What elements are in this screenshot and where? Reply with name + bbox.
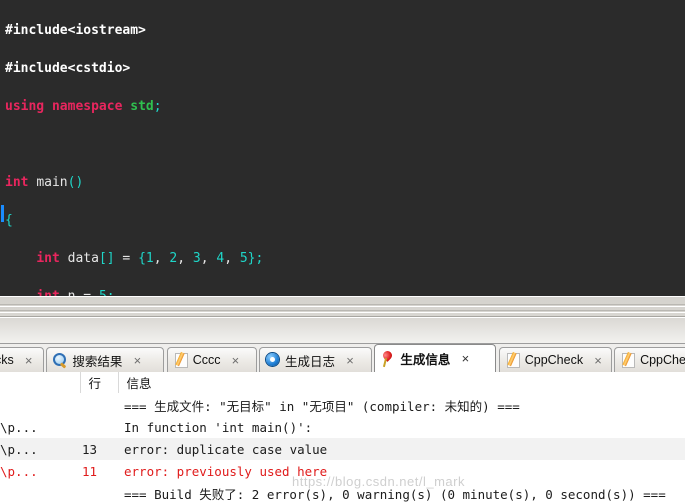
column-header-line[interactable]: 行 — [80, 372, 119, 394]
cell-message: === Build 失败了: 2 error(s), 0 warning(s) … — [124, 486, 666, 502]
pane-splitter[interactable] — [0, 296, 685, 344]
editor-code-text: #include<iostream> #include<cstdio> usin… — [5, 2, 263, 296]
table-row[interactable]: === Build 失败了: 2 error(s), 0 warning(s) … — [0, 482, 685, 503]
tab-label: 生成信息 — [400, 353, 451, 367]
cell-line — [80, 416, 118, 438]
column-header-file[interactable] — [0, 372, 81, 394]
tab-close-icon[interactable]: × — [22, 354, 36, 367]
tab-cppcheck[interactable]: CppCheck × — [498, 347, 612, 372]
tab-cppcheck-messages[interactable]: CppCheck messa — [614, 347, 685, 372]
tab-build-log[interactable]: 生成日志 × — [259, 347, 373, 372]
tab-build-messages[interactable]: 生成信息 × — [374, 344, 497, 372]
output-tab-bar[interactable]: ocks × 搜索结果 × Cccc × 生成日志 × — [0, 344, 685, 372]
tab-label: 生成日志 — [285, 354, 336, 369]
tab-codeblocks[interactable]: ocks × — [0, 347, 44, 372]
table-header-row: 行 信息 — [0, 372, 685, 394]
cell-message: === 生成文件: "无目标" in "无项目" (compiler: 未知的)… — [124, 398, 520, 414]
column-header-message[interactable]: 信息 — [118, 372, 685, 394]
build-messages-table: 行 信息 === 生成文件: "无目标" in "无项目" (compiler:… — [0, 372, 685, 503]
cell-line — [80, 394, 118, 417]
cell-file: \p... — [0, 441, 38, 457]
cell-file: \p... — [0, 419, 38, 435]
code-line: #include<cstdio> — [5, 61, 131, 76]
splitter-line-top — [0, 296, 685, 297]
code-line: int n = 5; — [5, 287, 263, 296]
splitter-line-3 — [0, 310, 685, 311]
line-change-marker — [1, 205, 4, 222]
code-line: { — [5, 213, 13, 228]
tab-search-results[interactable]: 搜索结果 × — [46, 347, 165, 372]
tab-label: 搜索结果 — [72, 354, 123, 369]
magnifier-icon — [52, 352, 68, 368]
tab-close-icon[interactable]: × — [228, 354, 242, 367]
cell-file: \p... — [0, 463, 38, 479]
cell-line: 11 — [82, 463, 98, 479]
tab-close-icon[interactable]: × — [591, 354, 605, 367]
splitter-line-6 — [0, 317, 685, 318]
tab-label: CppCheck — [524, 353, 584, 367]
build-messages-pane[interactable]: 行 信息 === 生成文件: "无目标" in "无项目" (compiler:… — [0, 372, 685, 503]
table-row[interactable]: \p... 11 error: previously used here — [0, 460, 685, 482]
cell-line — [80, 482, 118, 503]
pencil-icon — [620, 352, 636, 368]
tab-cccc[interactable]: Cccc × — [166, 347, 257, 372]
code-line: #include<iostream> — [5, 23, 146, 38]
cell-file — [0, 482, 80, 503]
tab-close-icon[interactable]: × — [343, 354, 357, 367]
pin-icon — [380, 351, 396, 367]
splitter-line-4 — [0, 312, 685, 313]
code-line: int main() — [5, 175, 84, 190]
gear-icon — [265, 352, 281, 368]
tab-label: CppCheck messa — [640, 353, 685, 367]
tab-close-icon[interactable]: × — [458, 352, 472, 365]
cell-message: error: duplicate case value — [124, 441, 328, 457]
splitter-line-1 — [0, 304, 685, 305]
splitter-line-2 — [0, 306, 685, 307]
tab-label: ocks — [0, 353, 14, 367]
cell-file — [0, 394, 80, 417]
table-row[interactable]: === 生成文件: "无目标" in "无项目" (compiler: 未知的)… — [0, 394, 685, 417]
tab-strip: ocks × 搜索结果 × Cccc × 生成日志 × — [0, 344, 685, 372]
table-row[interactable]: \p... In function 'int main()': — [0, 416, 685, 438]
pencil-icon — [505, 352, 521, 368]
code-editor[interactable]: #include<iostream> #include<cstdio> usin… — [0, 0, 685, 296]
tab-label: Cccc — [192, 353, 221, 367]
cell-message: In function 'int main()': — [124, 419, 313, 435]
cell-message: error: previously used here — [124, 463, 328, 479]
tab-close-icon[interactable]: × — [130, 354, 144, 367]
pencil-icon — [173, 352, 189, 368]
code-line: int data[] = {1, 2, 3, 4, 5}; — [36, 251, 264, 266]
cell-line: 13 — [82, 441, 98, 457]
table-row[interactable]: \p... 13 error: duplicate case value — [0, 438, 685, 460]
code-line: using namespace std; — [5, 99, 162, 114]
